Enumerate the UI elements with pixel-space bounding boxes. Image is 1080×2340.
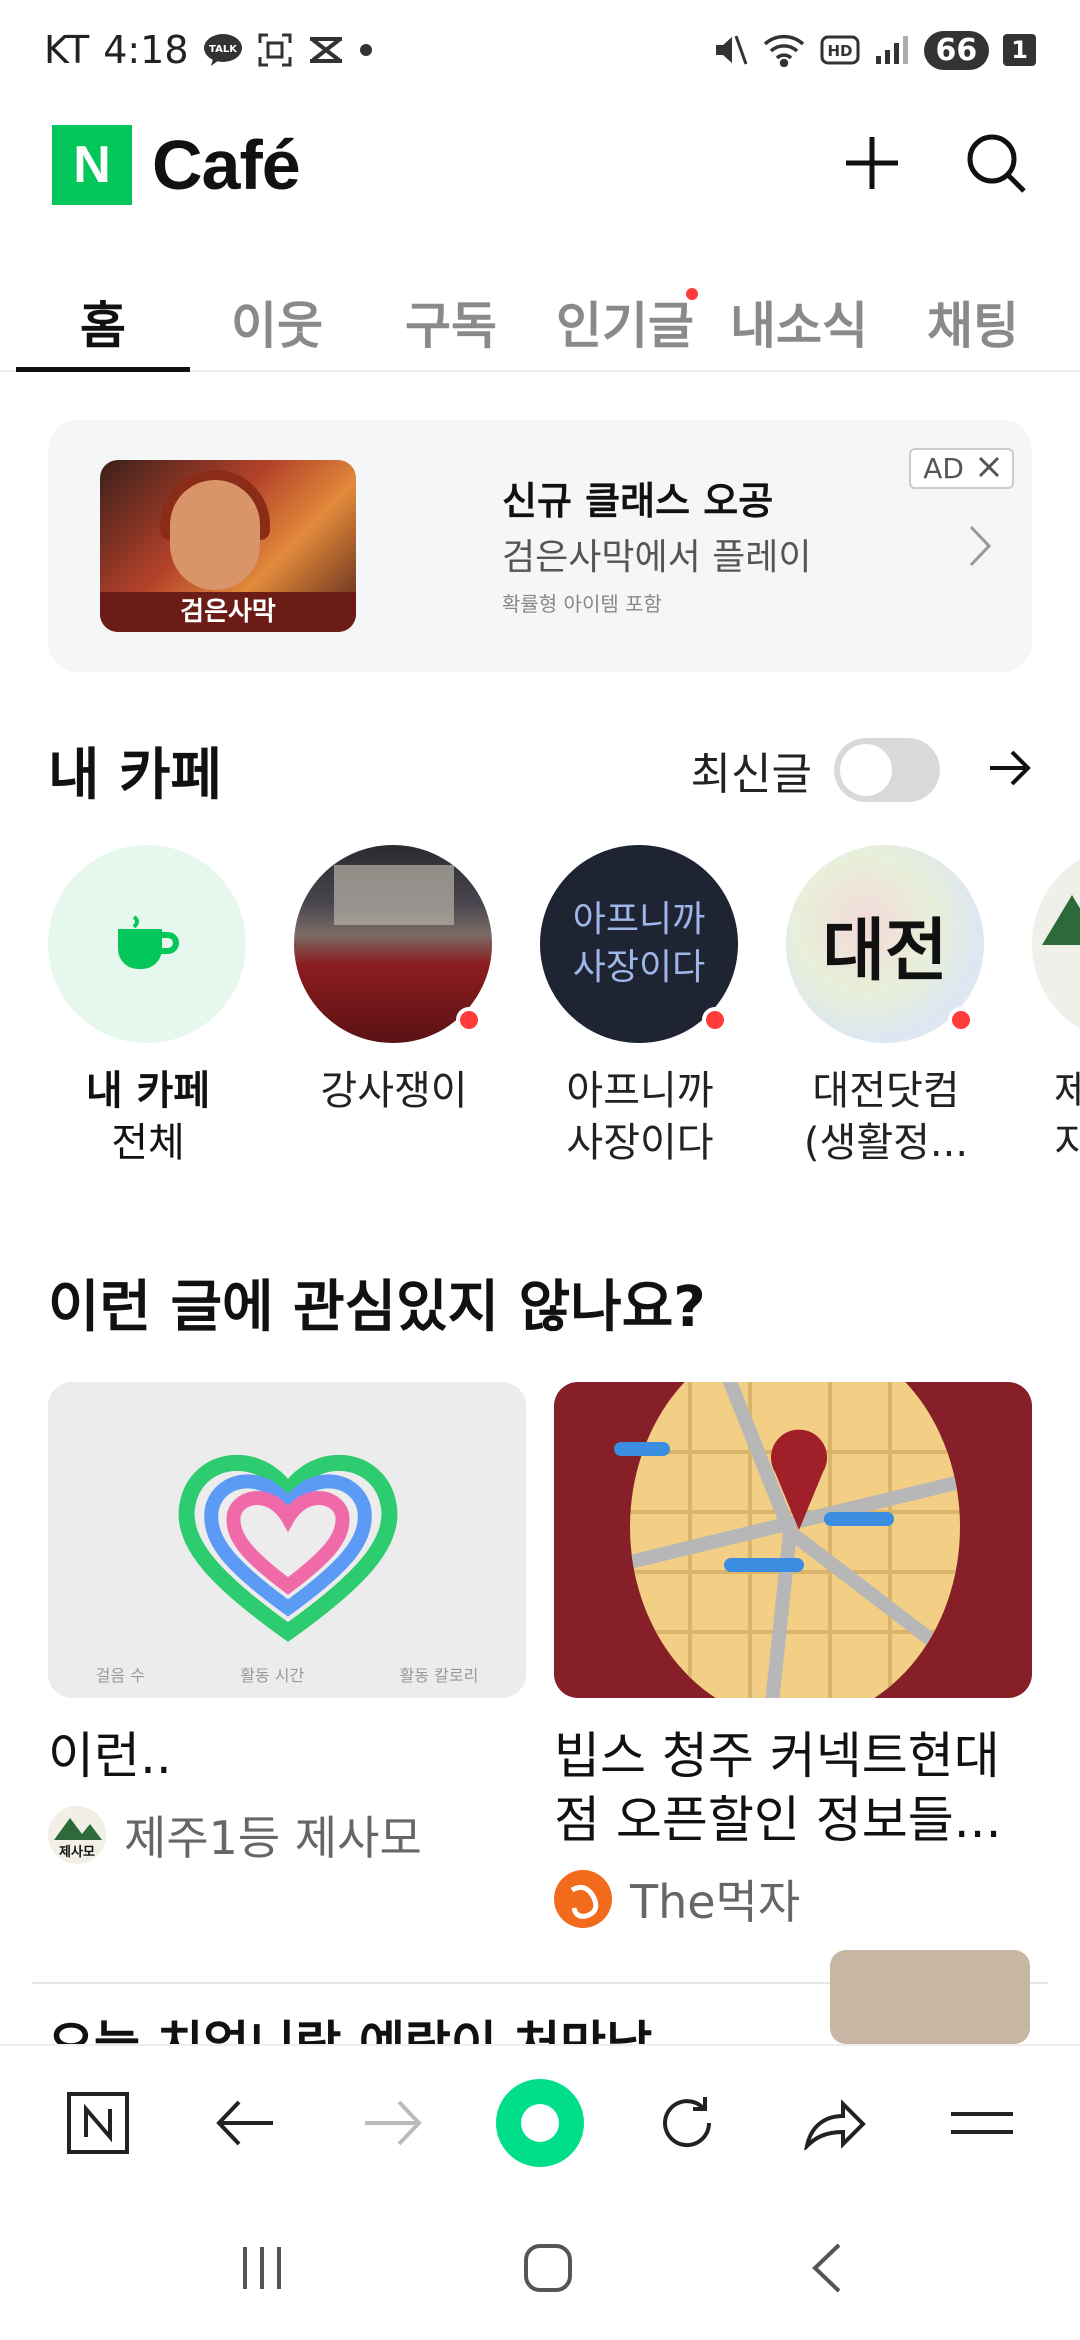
chevron-right-icon	[968, 524, 992, 572]
svg-text:HD: HD	[827, 42, 852, 60]
new-post-dot	[456, 1007, 482, 1033]
recent-apps-icon[interactable]	[237, 2243, 287, 2297]
recommend-card[interactable]: 빕스 청주 커넥트현대 점 오픈할인 정보들... The먹자	[554, 1382, 1032, 1932]
cafe-all-avatar	[48, 845, 246, 1043]
card-title: 빕스 청주 커넥트현대 점 오픈할인 정보들...	[554, 1727, 1002, 1849]
cafe-name: 제 지	[1054, 1068, 1080, 1166]
author-name: The먹자	[630, 1875, 801, 1929]
author-avatar: 제사모	[48, 1806, 106, 1864]
back-arrow-icon[interactable]	[197, 2075, 293, 2171]
chart-labels: 걸음 수 활동 시간 활동 칼로리	[95, 1666, 479, 1685]
author-name: 제주1등 제사모	[124, 1811, 422, 1865]
app-header: N Café	[0, 100, 1080, 230]
card-image: 걸음 수 활동 시간 활동 칼로리	[48, 1382, 526, 1698]
status-bar: KT 4:18 TALK HD 66 1	[0, 0, 1080, 100]
heart-chart	[178, 1454, 398, 1642]
hd-icon: HD	[820, 35, 860, 65]
cafe-name: 아프니까 사장이다	[566, 1068, 714, 1166]
cafe-name: 강사쟁이	[320, 1068, 468, 1114]
kakaotalk-icon: TALK	[203, 33, 243, 67]
cafe-item-all[interactable]: 내 카페 전체	[48, 845, 248, 1169]
cafe-avatar: 대전	[786, 845, 984, 1043]
cafe-avatar: 아프니까 사장이다	[540, 845, 738, 1043]
wifi-icon	[762, 33, 806, 67]
tab-bar: 홈 이웃 구독 인기글 내소식 채팅	[0, 260, 1080, 372]
share-icon[interactable]	[787, 2075, 883, 2171]
cafe-item-daejeon[interactable]: 대전 대전닷컴 (생활정...	[786, 845, 986, 1169]
latest-toggle-label: 최신글	[690, 749, 812, 800]
browser-toolbar	[0, 2044, 1080, 2200]
menu-icon[interactable]	[934, 2075, 1030, 2171]
refresh-icon[interactable]	[639, 2075, 735, 2171]
my-cafe-header: 내 카페 최신글	[48, 730, 1032, 810]
home-icon[interactable]	[522, 2242, 574, 2298]
cafe-name: 대전닷컴 (생활정...	[803, 1068, 969, 1166]
ad-label: AD	[923, 452, 964, 485]
cafe-item-gangsa[interactable]: 강사쟁이	[294, 845, 494, 1117]
naver-logo[interactable]: N	[52, 125, 132, 205]
section-title-recommend: 이런 글에 관심있지 않나요?	[48, 1275, 706, 1340]
forward-arrow-icon[interactable]	[345, 2075, 441, 2171]
my-cafe-list: 내 카페 전체 강사쟁이 아프니까 사장이다 아프니까 사장이다 대전 대전닷컴…	[48, 845, 1080, 1175]
ad-thumb-caption: 검은사막	[100, 592, 356, 632]
next-post-title[interactable]: 오늘 치얼니랑 예랑이 처만남	[48, 2010, 652, 2044]
section-title-my-cafe: 내 카페	[48, 742, 223, 808]
tab-popular[interactable]: 인기글	[538, 260, 712, 370]
naver-home-icon[interactable]	[50, 2075, 146, 2171]
scan-icon	[257, 32, 293, 68]
recommend-card[interactable]: 걸음 수 활동 시간 활동 칼로리 이런.. 제사모 제주1등 제사모	[48, 1382, 526, 1868]
notification-dot	[686, 288, 698, 300]
capcut-icon	[307, 35, 345, 65]
cafe-logo-text[interactable]: Café	[152, 125, 301, 205]
ad-badge: AD	[909, 448, 1014, 489]
cafe-name: 내 카페 전체	[85, 1068, 211, 1166]
dot-icon	[359, 43, 373, 57]
ad-thumbnail: 검은사막	[100, 460, 356, 632]
ad-banner[interactable]: 검은사막 신규 클래스 오공 검은사막에서 플레이 확률형 아이템 포함 AD	[48, 420, 1032, 672]
tab-popular-label: 인기글	[556, 297, 694, 355]
tab-my-news[interactable]: 내소식	[712, 260, 886, 370]
cafe-item-jeju[interactable]: 제 지	[1032, 845, 1080, 1169]
cafe-avatar	[294, 845, 492, 1043]
system-back-icon[interactable]	[809, 2241, 843, 2299]
arrow-right-icon[interactable]	[988, 748, 1032, 792]
search-icon[interactable]	[964, 131, 1028, 199]
signal-icon	[874, 34, 910, 66]
carrier-label: KT	[44, 28, 90, 72]
latest-posts-toggle[interactable]	[834, 738, 940, 802]
card-author[interactable]: The먹자	[554, 1866, 1032, 1932]
tab-home[interactable]: 홈	[16, 260, 190, 372]
tab-neighbors[interactable]: 이웃	[190, 260, 364, 370]
ad-title: 신규 클래스 오공	[502, 479, 774, 523]
mute-icon	[712, 32, 748, 68]
close-icon[interactable]	[978, 452, 1000, 485]
tab-subscribe[interactable]: 구독	[364, 260, 538, 370]
cup-icon	[118, 915, 179, 969]
battery-level: 66	[923, 30, 990, 70]
card-title: 이런..	[48, 1727, 172, 1785]
sim-badge: 1	[1003, 34, 1036, 66]
system-navigation-bar	[0, 2200, 1080, 2340]
ad-note: 확률형 아이템 포함	[502, 592, 662, 616]
card-image	[554, 1382, 1032, 1698]
card-author[interactable]: 제사모 제주1등 제사모	[48, 1802, 526, 1868]
green-dot-button[interactable]	[492, 2075, 588, 2171]
cafe-item-apeunikka[interactable]: 아프니까 사장이다 아프니까 사장이다	[540, 845, 740, 1169]
map-pin-icon	[771, 1429, 827, 1530]
svg-text:TALK: TALK	[209, 44, 238, 55]
add-icon[interactable]	[840, 131, 904, 199]
next-post-thumbnail[interactable]	[830, 1950, 1030, 2044]
tab-chat[interactable]: 채팅	[886, 260, 1060, 370]
cafe-avatar	[1032, 845, 1080, 1043]
new-post-dot	[702, 1007, 728, 1033]
new-post-dot	[948, 1007, 974, 1033]
author-avatar	[554, 1870, 612, 1928]
clock: 4:18	[103, 28, 189, 72]
ad-subtitle: 검은사막에서 플레이	[502, 537, 812, 578]
